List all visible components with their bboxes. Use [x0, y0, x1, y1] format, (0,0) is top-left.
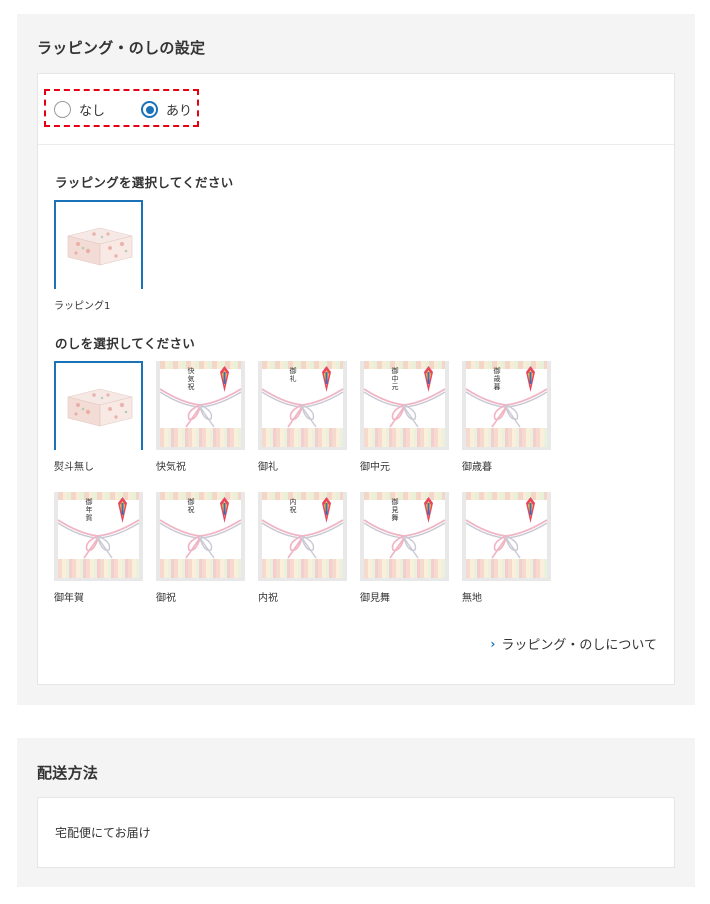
- noshi-option-5[interactable]: 御歳暮 御歳暮: [462, 361, 551, 473]
- noshi-option-10[interactable]: 無地: [462, 492, 551, 604]
- noshi-option-caption: 御年賀: [54, 593, 84, 604]
- noshi-option-2[interactable]: 快気祝 快気祝: [156, 361, 245, 473]
- wrapping-card: なし あり ラッピングを選択してください ラッピング1 のしを選択してください …: [37, 73, 675, 685]
- wrapping-section-title: ラッピング・のしの設定: [37, 39, 206, 57]
- wrap-option-image[interactable]: [54, 200, 143, 289]
- noshi-option-7[interactable]: 御祝 御祝: [156, 492, 245, 604]
- noshi-option-image[interactable]: 御中元: [360, 361, 449, 450]
- noshi-option-caption: 無地: [462, 593, 482, 604]
- noshi-option-8[interactable]: 内祝 内祝: [258, 492, 347, 604]
- delivery-card: 宅配便にてお届け: [37, 797, 675, 868]
- radio-yes-label: あり: [166, 104, 193, 119]
- noshi-ornament-icon: [220, 497, 229, 523]
- noshi-label-text: 御歳暮: [493, 367, 501, 391]
- noshi-option-9[interactable]: 御見舞 御見舞: [360, 492, 449, 604]
- card-divider: [38, 144, 674, 145]
- radio-none[interactable]: なし: [54, 100, 105, 119]
- radio-none-label: なし: [79, 104, 106, 119]
- noshi-option-1[interactable]: 熨斗無し: [54, 361, 143, 473]
- noshi-ornament-icon: [118, 497, 127, 523]
- noshi-option-caption: 快気祝: [156, 462, 186, 473]
- noshi-option-image[interactable]: 快気祝: [156, 361, 245, 450]
- noshi-option-image[interactable]: 御見舞: [360, 492, 449, 581]
- noshi-ornament-icon: [526, 497, 535, 523]
- noshi-option-4[interactable]: 御中元 御中元: [360, 361, 449, 473]
- noshi-label-text: 御祝: [187, 498, 195, 514]
- delivery-section: 配送方法 宅配便にてお届け: [17, 738, 695, 887]
- noshi-ornament-icon: [220, 366, 229, 392]
- noshi-option-6[interactable]: 御年賀 御年賀: [54, 492, 143, 604]
- noshi-option-image[interactable]: 御年賀: [54, 492, 143, 581]
- noshi-option-image[interactable]: 御歳暮: [462, 361, 551, 450]
- noshi-option-image[interactable]: 内祝: [258, 492, 347, 581]
- noshi-option-caption: 内祝: [258, 593, 278, 604]
- wrapping-radio-group: なし あり: [44, 89, 199, 127]
- wrapping-info-link-label: ラッピング・のしについて: [501, 638, 657, 653]
- chevron-right-icon: ›: [490, 636, 496, 651]
- noshi-option-caption: 御礼: [258, 462, 278, 473]
- noshi-label-text: 内祝: [289, 498, 297, 514]
- noshi-label-text: 御礼: [289, 367, 297, 383]
- noshi-option-image[interactable]: 御礼: [258, 361, 347, 450]
- noshi-ornament-icon: [424, 497, 433, 523]
- gift-box-image: [67, 388, 133, 427]
- radio-none-circle[interactable]: [54, 101, 71, 118]
- noshi-label-text: 御中元: [391, 367, 399, 391]
- noshi-ornament-icon: [424, 366, 433, 392]
- radio-yes[interactable]: あり: [141, 100, 192, 119]
- noshi-prompt: のしを選択してください: [55, 336, 196, 351]
- noshi-label-text: 快気祝: [187, 367, 195, 391]
- noshi-label-text: 御年賀: [85, 498, 93, 522]
- noshi-ornament-icon: [322, 366, 331, 392]
- noshi-option-caption: 御祝: [156, 593, 176, 604]
- delivery-section-title: 配送方法: [37, 764, 99, 782]
- noshi-option-3[interactable]: 御礼 御礼: [258, 361, 347, 473]
- wrap-option-1[interactable]: ラッピング1: [54, 200, 143, 312]
- noshi-label-text: 御見舞: [391, 498, 399, 522]
- noshi-ornament-icon: [526, 366, 535, 392]
- wrapping-info-link[interactable]: › ラッピング・のしについて: [490, 634, 657, 654]
- noshi-option-image[interactable]: 御祝: [156, 492, 245, 581]
- radio-yes-circle[interactable]: [141, 101, 158, 118]
- noshi-option-caption: 熨斗無し: [54, 462, 94, 473]
- wrapping-noshi-section: ラッピング・のしの設定 なし あり ラッピングを選択してください ラッピング1 …: [17, 14, 695, 705]
- delivery-method: 宅配便にてお届け: [55, 826, 151, 840]
- noshi-option-caption: 御中元: [360, 462, 390, 473]
- gift-box-image: [67, 227, 133, 266]
- noshi-option-caption: 御見舞: [360, 593, 390, 604]
- noshi-option-caption: 御歳暮: [462, 462, 492, 473]
- wrap-option-caption: ラッピング1: [54, 301, 111, 312]
- wrap-prompt: ラッピングを選択してください: [55, 175, 234, 190]
- noshi-option-image[interactable]: [54, 361, 143, 450]
- noshi-ornament-icon: [322, 497, 331, 523]
- noshi-option-image[interactable]: [462, 492, 551, 581]
